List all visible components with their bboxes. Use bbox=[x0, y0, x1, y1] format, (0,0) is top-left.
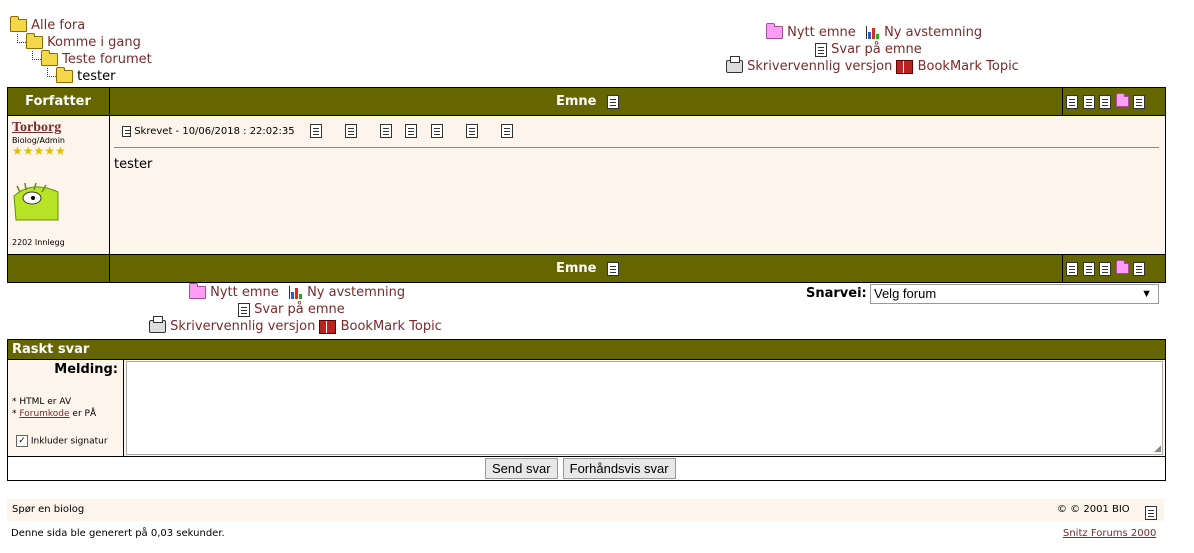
new-topic-icon bbox=[766, 23, 783, 39]
print-link[interactable]: Skrivervennlig versjon bbox=[747, 59, 892, 74]
post-divider bbox=[114, 147, 1159, 148]
html-note: * HTML er AV bbox=[12, 397, 72, 407]
delete-topic-icon[interactable] bbox=[1099, 94, 1112, 109]
forum-code-link[interactable]: Forumkode bbox=[19, 409, 69, 419]
quote-icon[interactable] bbox=[405, 124, 418, 138]
reply-icon[interactable] bbox=[1133, 261, 1146, 276]
footer-bar: Spør en biolog © © 2001 BIO bbox=[7, 499, 1164, 521]
new-poll-link[interactable]: Ny avstemning bbox=[884, 25, 982, 40]
edit-topic-icon[interactable] bbox=[1082, 94, 1095, 109]
folder-icon bbox=[41, 50, 58, 66]
edit-topic-icon[interactable] bbox=[1082, 261, 1095, 276]
author-name[interactable]: Torborg bbox=[12, 120, 104, 136]
snitz-link[interactable]: Snitz Forums 2000 bbox=[1063, 528, 1156, 539]
topic-table: Forfatter Emne Torborg Biolog/Admin ★★★★… bbox=[7, 87, 1166, 283]
go-top-icon[interactable] bbox=[1145, 505, 1157, 520]
site-name[interactable]: Spør en biolog bbox=[12, 504, 84, 515]
breadcrumb-item-all[interactable]: Alle fora bbox=[10, 16, 85, 33]
folder-icon bbox=[26, 33, 43, 49]
chevron-down-icon: ▼ bbox=[1141, 288, 1152, 300]
new-topic-icon bbox=[189, 283, 206, 299]
tree-line bbox=[17, 34, 26, 43]
post-icon bbox=[122, 125, 131, 137]
author-header: Forfatter bbox=[25, 94, 91, 109]
reply-icon bbox=[815, 42, 827, 57]
quick-reply: Raskt svar Melding: * HTML er AV * Forum… bbox=[7, 339, 1166, 481]
bottom-actions: Nytt emne Ny avstemning Svar på emne Skr… bbox=[140, 283, 470, 339]
table-footer: Emne bbox=[8, 255, 1165, 282]
bookmark-icon bbox=[896, 59, 914, 74]
delete-icon[interactable] bbox=[500, 124, 513, 138]
resize-handle-icon[interactable]: ◢ bbox=[1154, 444, 1161, 454]
email-icon[interactable] bbox=[344, 124, 357, 138]
tree-line bbox=[32, 51, 41, 60]
print-link[interactable]: Skrivervennlig versjon bbox=[170, 319, 315, 334]
forum-select[interactable]: Velg forum ▼ bbox=[870, 284, 1159, 304]
homepage-icon[interactable] bbox=[380, 124, 393, 138]
topic-header: Emne bbox=[110, 88, 1065, 115]
next-topic-icon[interactable] bbox=[607, 94, 620, 109]
admin-icons bbox=[1066, 260, 1146, 276]
bookmark-link[interactable]: BookMark Topic bbox=[341, 319, 442, 334]
reply-icon bbox=[238, 302, 250, 317]
delete-topic-icon[interactable] bbox=[1099, 261, 1112, 276]
poll-icon bbox=[288, 286, 303, 299]
forum-jump: Snarvei: Velg forum ▼ bbox=[806, 284, 1162, 304]
top-actions: Nytt emne Ny avstemning Svar på emne Skr… bbox=[700, 23, 1060, 79]
breadcrumb-item-topic: tester bbox=[56, 67, 115, 84]
poll-icon bbox=[865, 26, 880, 39]
jump-label: Snarvei: bbox=[806, 286, 867, 301]
author-cell: Torborg Biolog/Admin ★★★★★ 2202 Innlegg bbox=[12, 120, 104, 252]
reply-quote-icon[interactable] bbox=[465, 124, 478, 138]
lock-topic-icon[interactable] bbox=[1066, 94, 1078, 109]
topic-footer-header: Emne bbox=[110, 255, 1065, 282]
signature-option: ✓ Inkluder signatur bbox=[16, 435, 108, 447]
breadcrumb-item-forum[interactable]: Teste forumet bbox=[41, 50, 152, 67]
generation-time: Denne sida ble generert på 0,03 sekunder… bbox=[11, 528, 225, 539]
breadcrumb: Alle fora Komme i gang Teste forumet tes… bbox=[10, 16, 210, 86]
reply-link[interactable]: Svar på emne bbox=[831, 42, 922, 57]
forum-code-note: * Forumkode er PÅ bbox=[12, 409, 97, 419]
rank-stars: ★★★★★ bbox=[12, 144, 66, 158]
post-row: Torborg Biolog/Admin ★★★★★ 2202 Innlegg … bbox=[8, 116, 1165, 254]
tree-line bbox=[47, 68, 56, 77]
edit-icon[interactable] bbox=[430, 124, 443, 138]
reply-icon[interactable] bbox=[1133, 94, 1146, 109]
folder-icon bbox=[10, 16, 27, 32]
printer-icon bbox=[726, 56, 743, 73]
signature-checkbox[interactable]: ✓ bbox=[16, 435, 28, 447]
new-topic-icon[interactable] bbox=[1115, 93, 1129, 107]
table-header: Forfatter Emne bbox=[8, 88, 1165, 115]
copyright: © © 2001 BIO bbox=[1057, 504, 1130, 515]
printer-icon bbox=[149, 316, 166, 333]
bookmark-icon bbox=[319, 319, 337, 334]
new-topic-icon[interactable] bbox=[1115, 260, 1129, 274]
message-label: Melding: bbox=[54, 362, 118, 377]
reply-link[interactable]: Svar på emne bbox=[254, 302, 345, 317]
quick-reply-title: Raskt svar bbox=[8, 340, 1165, 359]
lock-topic-icon[interactable] bbox=[1066, 261, 1078, 276]
profile-icon[interactable] bbox=[309, 124, 322, 138]
next-topic-icon[interactable] bbox=[607, 261, 620, 276]
new-topic-link[interactable]: Nytt emne bbox=[787, 25, 856, 40]
new-topic-link[interactable]: Nytt emne bbox=[210, 285, 279, 300]
new-poll-link[interactable]: Ny avstemning bbox=[307, 285, 405, 300]
message-textarea[interactable]: ◢ bbox=[126, 361, 1163, 455]
post-cell: Skrevet - 10/06/2018 : 22:02:35 tester bbox=[114, 116, 1160, 254]
post-count: 2202 Innlegg bbox=[12, 238, 65, 247]
post-body: tester bbox=[114, 157, 153, 172]
post-meta: Skrevet - 10/06/2018 : 22:02:35 bbox=[122, 124, 513, 138]
admin-icons bbox=[1066, 93, 1146, 109]
breadcrumb-item-category[interactable]: Komme i gang bbox=[26, 33, 141, 50]
preview-reply-button[interactable]: Forhåndsvis svar bbox=[562, 458, 676, 479]
bookmark-link[interactable]: BookMark Topic bbox=[918, 59, 1019, 74]
quick-reply-buttons: Send svar Forhåndsvis svar bbox=[485, 458, 676, 479]
open-folder-icon bbox=[56, 67, 73, 83]
send-reply-button[interactable]: Send svar bbox=[485, 458, 558, 479]
avatar bbox=[12, 182, 60, 222]
